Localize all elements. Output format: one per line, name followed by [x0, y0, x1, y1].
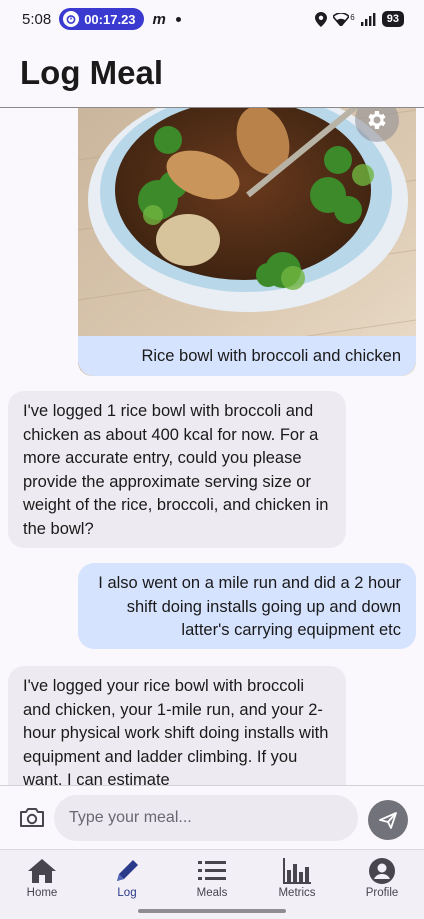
network-type: 6 [350, 12, 355, 22]
camera-icon [20, 808, 44, 827]
wifi-icon: 6 [333, 12, 355, 26]
assistant-message: I've logged your rice bowl with broccoli… [8, 666, 346, 785]
nav-label: Profile [365, 887, 399, 899]
home-icon [27, 857, 57, 885]
nav-label: Log [117, 887, 137, 899]
message-text: I also went on a mile run and did a 2 ho… [98, 574, 401, 639]
chat-thread[interactable]: Rice bowl with broccoli and chicken I've… [0, 108, 424, 785]
nav-item-metrics[interactable]: Metrics [255, 850, 339, 906]
nav-label: Meals [196, 887, 228, 899]
list-icon [198, 857, 226, 885]
nav-item-meals[interactable]: Meals [170, 850, 254, 906]
location-icon [315, 11, 328, 27]
pencil-icon [113, 857, 141, 885]
app-notification-icon: m [152, 10, 166, 28]
signal-icon [360, 12, 376, 26]
message-text: I've logged 1 rice bowl with broccoli an… [23, 402, 329, 538]
status-bar: 5:08 00:17.23 m 6 93 [0, 0, 424, 38]
timer-chip[interactable]: 00:17.23 [59, 8, 144, 30]
composer-bar [0, 785, 424, 849]
stopwatch-icon [63, 11, 80, 27]
bar-chart-icon [283, 857, 311, 885]
message-text: I've logged your rice bowl with broccoli… [23, 677, 329, 785]
gear-icon [368, 111, 386, 129]
account-circle-icon [368, 857, 396, 885]
battery-level: 93 [381, 11, 404, 27]
notification-dot-icon [175, 16, 181, 22]
send-button[interactable] [368, 800, 408, 840]
meal-input[interactable] [54, 795, 358, 841]
message-text: Rice bowl with broccoli and chicken [141, 347, 401, 365]
status-time: 5:08 [22, 10, 52, 28]
camera-button[interactable] [18, 806, 46, 830]
send-icon [379, 812, 397, 829]
nav-label: Home [26, 887, 58, 899]
nav-item-profile[interactable]: Profile [340, 850, 424, 906]
nav-label: Metrics [278, 887, 316, 899]
timer-value: 00:17.23 [84, 11, 136, 27]
nav-item-log[interactable]: Log [85, 850, 169, 906]
page-title: Log Meal [20, 54, 164, 91]
user-message: I also went on a mile run and did a 2 ho… [78, 563, 416, 649]
user-message: Rice bowl with broccoli and chicken [78, 336, 416, 376]
app-header: Log Meal [0, 38, 424, 108]
nav-item-home[interactable]: Home [0, 850, 84, 906]
gesture-handle[interactable] [138, 909, 286, 913]
assistant-message: I've logged 1 rice bowl with broccoli an… [8, 391, 346, 548]
